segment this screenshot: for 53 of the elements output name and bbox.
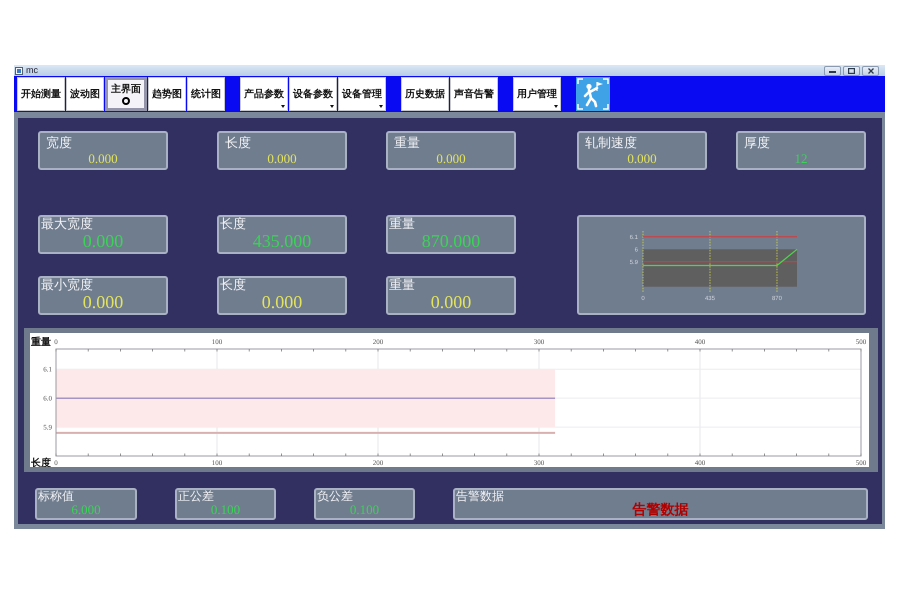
toolbar-button[interactable]: 用户管理	[513, 77, 561, 111]
ring-icon	[122, 96, 130, 104]
reading-label: 宽度	[45, 135, 72, 151]
toolbar-button[interactable]: 产品参数	[240, 77, 288, 111]
setting-value: 0.100	[210, 503, 242, 517]
person-with-flag-icon	[576, 77, 610, 111]
reading-value: 435.000	[252, 232, 312, 251]
reading-label: 长度	[224, 135, 251, 151]
toolbar-button[interactable]: 波动图	[66, 77, 104, 111]
reading-label: 厚度	[743, 135, 770, 151]
toolbar-button[interactable]: 历史数据	[401, 77, 449, 111]
setting-label: 正公差	[177, 490, 214, 503]
toolbar-button[interactable]: 趋势图	[148, 77, 186, 111]
toolbar-button[interactable]: 设备参数	[289, 77, 337, 111]
toolbar-button[interactable]: 声音告警	[450, 77, 498, 111]
toolbar-button[interactable]: 设备管理	[338, 77, 386, 111]
toolbar-button[interactable]	[576, 77, 610, 111]
app-icon	[15, 66, 23, 74]
reading-value: 0.000	[82, 232, 124, 251]
reading-value: 0.000	[430, 293, 472, 312]
reading-label: 重量	[393, 135, 420, 151]
minimize-button[interactable]	[824, 66, 841, 76]
setting-value: 0.100	[348, 503, 380, 517]
reading-value: 0.000	[260, 293, 304, 312]
maximize-button[interactable]	[843, 66, 860, 76]
reading-value: 0.000	[435, 151, 467, 166]
maximize-icon	[848, 68, 855, 74]
reading-value: 0.000	[626, 151, 658, 166]
reading-value: 0.000	[266, 151, 298, 166]
axis-label: 重量	[31, 337, 51, 348]
setting-label: 标称值	[37, 490, 74, 503]
reading-label: 重量	[388, 217, 415, 232]
reading-label: 最小宽度	[40, 278, 93, 293]
reading-label: 重量	[388, 278, 415, 293]
reading-value: 12	[794, 151, 808, 166]
toolbar-button[interactable]: 主界面	[105, 77, 147, 111]
toolbar-button[interactable]: 统计图	[187, 77, 225, 111]
close-icon	[868, 68, 874, 74]
setting-label: 负公差	[316, 490, 353, 503]
reading-value: 870.000	[420, 232, 482, 251]
reading-value: 0.000	[82, 293, 124, 312]
minimize-icon	[829, 68, 836, 73]
toolbar-button[interactable]: 开始测量	[17, 77, 65, 111]
reading-label: 轧制速度	[584, 135, 637, 151]
alarm-message: 告警数据	[632, 503, 690, 518]
reading-value: 0.000	[87, 151, 119, 166]
reading-label: 最大宽度	[40, 217, 93, 232]
reading-label: 长度	[219, 278, 246, 293]
window-title: mc	[26, 65, 38, 76]
alarm-label: 告警数据	[455, 490, 504, 503]
reading-label: 长度	[219, 217, 246, 232]
close-button[interactable]	[862, 66, 879, 76]
setting-value: 6.000	[70, 503, 102, 517]
